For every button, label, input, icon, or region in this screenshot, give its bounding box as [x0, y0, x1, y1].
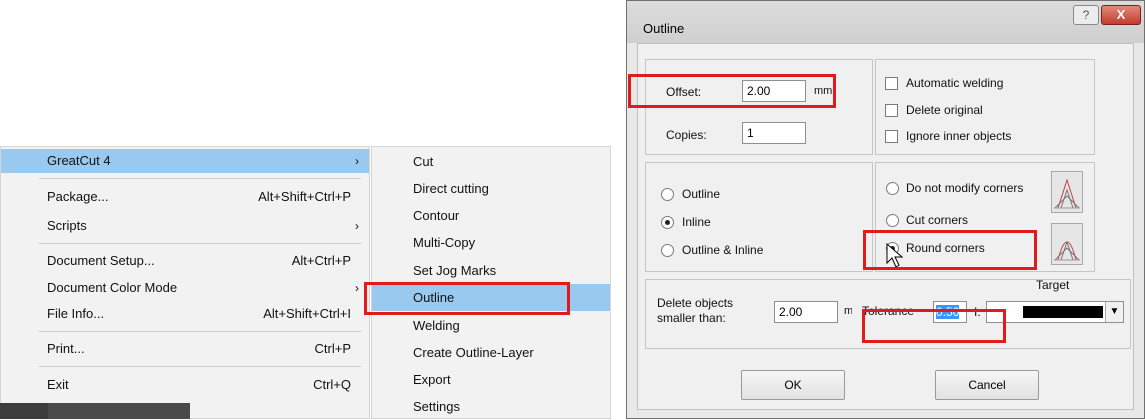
outline-radio[interactable] [661, 188, 674, 201]
menu-item-label: Document Color Mode [47, 280, 178, 295]
delete-size-input[interactable]: 2.00 [774, 301, 838, 323]
submenu-item-label: Direct cutting [413, 181, 489, 196]
background-strip [0, 403, 190, 419]
target-color-dropdown[interactable]: ▼ [986, 301, 1124, 323]
submenu-item-settings[interactable]: Settings [372, 393, 610, 420]
menu-item-label: Print... [47, 341, 85, 356]
submenu-item-label: Contour [413, 208, 460, 223]
menu-item-document-setup[interactable]: Document Setup... Alt+Ctrl+P [1, 249, 369, 273]
cut-corners-label: Cut corners [906, 213, 969, 227]
menu-item-label: Document Setup... [47, 253, 155, 268]
menu-item-document-color-mode[interactable]: Document Color Mode › [1, 276, 369, 300]
options-group: Automatic welding Delete original Ignore… [875, 59, 1095, 155]
menu-separator [39, 178, 361, 179]
annotation-highlight-offset [628, 74, 836, 108]
annotation-highlight-outline [364, 282, 570, 315]
delete-original-checkbox[interactable] [885, 104, 898, 117]
help-button[interactable]: ? [1073, 5, 1099, 25]
submenu-item-set-jog-marks[interactable]: Set Jog Marks [372, 257, 610, 284]
delete-original-label: Delete original [906, 103, 983, 117]
submenu-arrow-icon: › [355, 281, 359, 295]
ok-button[interactable]: OK [741, 370, 845, 400]
menu-separator [39, 366, 361, 367]
menu-item-shortcut: Alt+Shift+Ctrl+I [263, 306, 351, 321]
submenu-item-label: Create Outline-Layer [413, 345, 534, 360]
menu-item-shortcut: Ctrl+P [314, 341, 351, 356]
title-bar: Outline ? X [627, 1, 1144, 43]
submenu-item-create-outline-layer[interactable]: Create Outline-Layer [372, 339, 610, 366]
menu-separator [39, 243, 361, 244]
delete-size-unit: mm [844, 305, 852, 317]
ignore-inner-objects-checkbox[interactable] [885, 130, 898, 143]
menu-item-file-info[interactable]: File Info... Alt+Shift+Ctrl+I [1, 302, 369, 326]
delete-objects-label-line1: Delete objects [657, 296, 734, 310]
submenu-item-label: Cut [413, 154, 434, 169]
outline-and-inline-radio[interactable] [661, 244, 674, 257]
submenu-item-label: Set Jog Marks [413, 263, 497, 278]
delete-objects-label-line2: smaller than: [657, 311, 726, 325]
menu-item-scripts[interactable]: Scripts › [1, 214, 369, 238]
submenu-item-label: Multi-Copy [413, 235, 476, 250]
annotation-highlight-round-corners [863, 230, 1037, 270]
automatic-welding-checkbox[interactable] [885, 77, 898, 90]
submenu-item-multi-copy[interactable]: Multi-Copy [372, 229, 610, 256]
menu-separator [39, 331, 361, 332]
target-color-swatch [1023, 306, 1103, 318]
outline-radio-label: Outline [682, 187, 721, 201]
submenu-arrow-icon: › [355, 219, 359, 233]
menu-item-shortcut: Ctrl+Q [313, 377, 351, 392]
dialog-title: Outline [643, 21, 685, 36]
submenu-item-export[interactable]: Export [372, 366, 610, 393]
submenu-item-cut[interactable]: Cut [372, 148, 610, 175]
close-button[interactable]: X [1101, 5, 1141, 25]
menu-item-exit[interactable]: Exit Ctrl+Q [1, 373, 369, 397]
outline-and-inline-radio-label: Outline & Inline [682, 243, 764, 257]
chevron-down-icon[interactable]: ▼ [1105, 302, 1123, 322]
cancel-button[interactable]: Cancel [935, 370, 1039, 400]
copies-label: Copies: [666, 128, 707, 142]
copies-input[interactable]: 1 [742, 122, 806, 144]
menu-item-label: File Info... [47, 306, 105, 321]
menu-item-label: Package... [47, 189, 109, 204]
mode-group: Outline Inline Outline & Inline [645, 162, 873, 272]
cut-corner-preview-icon [1051, 171, 1083, 213]
file-menu: GreatCut 4 › Package... Alt+Shift+Ctrl+P… [0, 146, 370, 419]
do-not-modify-corners-label: Do not modify corners [906, 181, 1024, 195]
menu-item-label: GreatCut 4 [47, 153, 111, 168]
inline-radio[interactable] [661, 216, 674, 229]
cut-corners-radio[interactable] [886, 214, 899, 227]
round-corner-preview-icon [1051, 223, 1083, 265]
menu-item-shortcut: Alt+Ctrl+P [291, 253, 351, 268]
submenu-item-label: Settings [413, 399, 460, 414]
target-label: Target [1036, 278, 1070, 292]
submenu-item-direct-cutting[interactable]: Direct cutting [372, 175, 610, 202]
submenu-item-contour[interactable]: Contour [372, 202, 610, 229]
annotation-highlight-tolerance [862, 309, 1006, 343]
menu-item-label: Scripts [47, 218, 87, 233]
inline-radio-label: Inline [682, 215, 711, 229]
menu-item-label: Exit [47, 377, 69, 392]
menu-item-greatcut[interactable]: GreatCut 4 › [1, 149, 369, 173]
do-not-modify-corners-radio[interactable] [886, 182, 899, 195]
outline-dialog: Outline ? X Offset: 2.00 mm Copies: 1 Au… [626, 0, 1145, 419]
ignore-inner-objects-label: Ignore inner objects [906, 129, 1012, 143]
submenu-arrow-icon: › [355, 154, 359, 168]
automatic-welding-label: Automatic welding [906, 76, 1004, 90]
menu-item-shortcut: Alt+Shift+Ctrl+P [258, 189, 351, 204]
submenu-item-welding[interactable]: Welding [372, 312, 610, 339]
menu-item-package[interactable]: Package... Alt+Shift+Ctrl+P [1, 185, 369, 209]
menu-item-print[interactable]: Print... Ctrl+P [1, 337, 369, 361]
submenu-item-label: Welding [413, 318, 460, 333]
submenu-item-label: Export [413, 372, 451, 387]
